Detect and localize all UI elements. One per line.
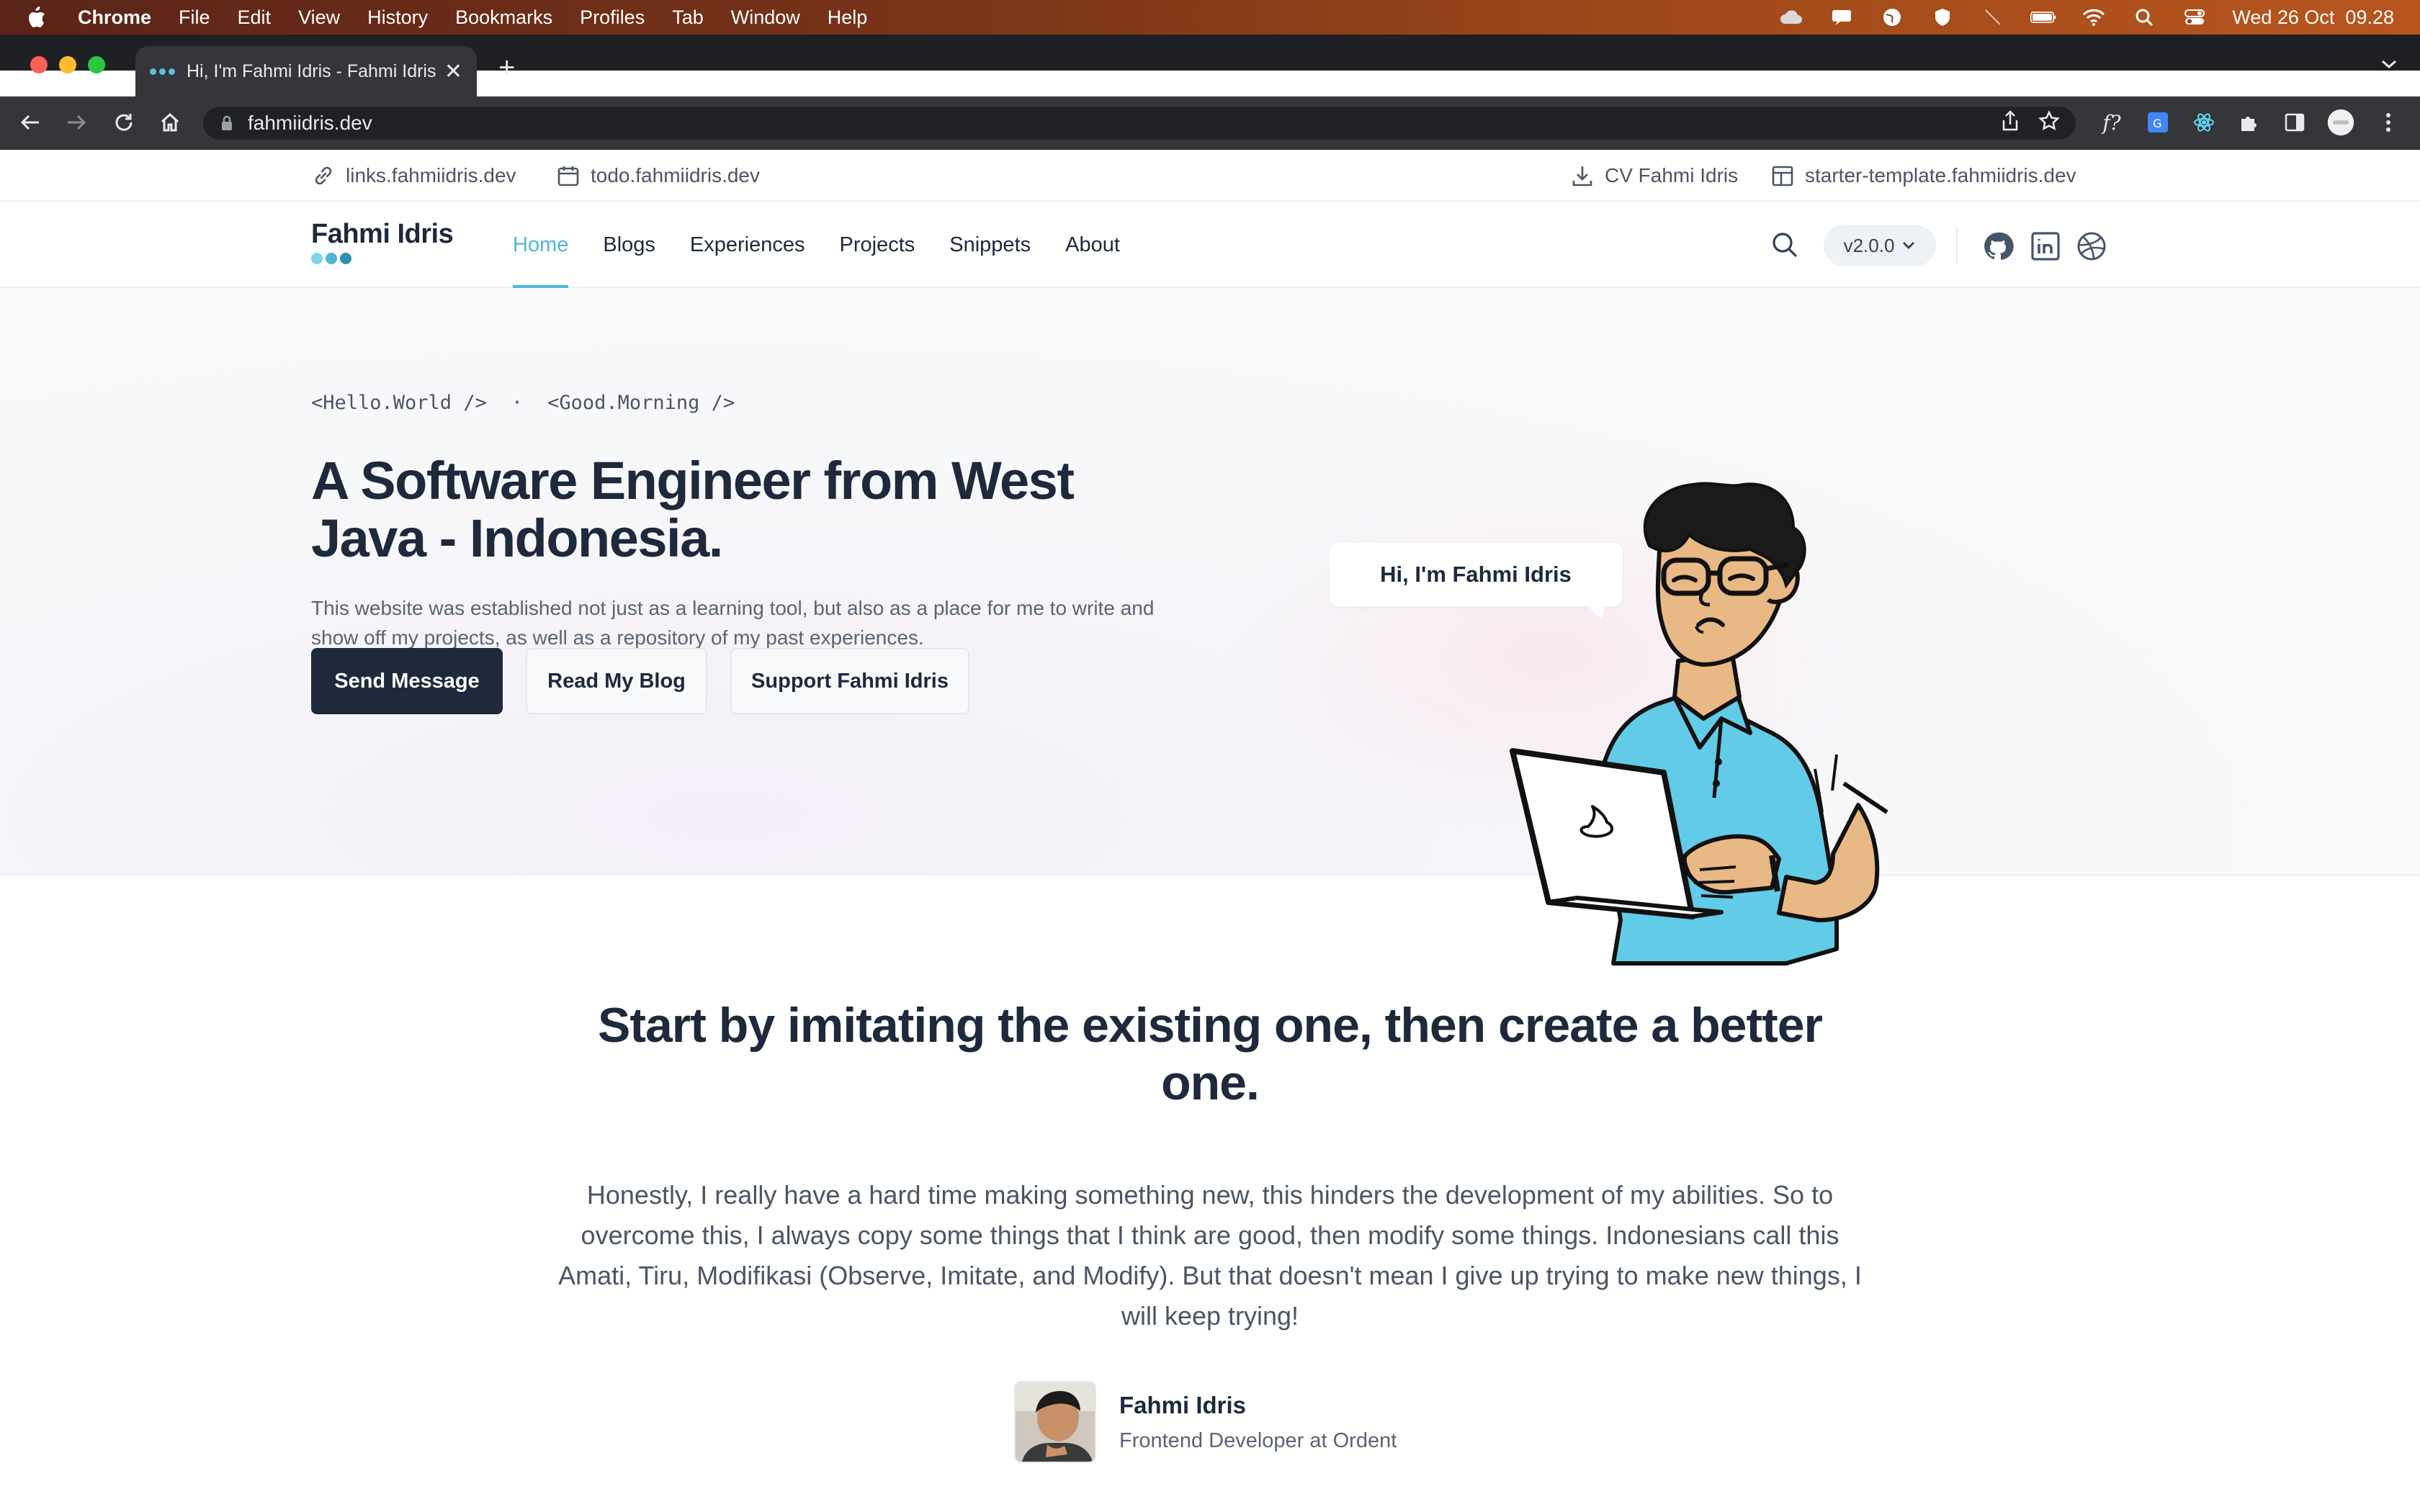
cv-download-link[interactable]: CV Fahmi Idris <box>1570 150 1738 202</box>
translate-icon[interactable]: G <box>2143 108 2172 137</box>
chrome-menu-kebab-icon[interactable] <box>2374 108 2403 137</box>
nav-about[interactable]: About <box>1065 202 1120 288</box>
wifi-icon[interactable] <box>2081 6 2107 28</box>
send-message-button[interactable]: Send Message <box>311 648 503 714</box>
nav-home[interactable]: Home <box>513 202 569 288</box>
nav-blogs[interactable]: Blogs <box>603 202 655 288</box>
window-zoom-button[interactable] <box>88 56 105 73</box>
menubar-clock[interactable]: Wed 26 Oct 09.28 <box>2232 6 2394 29</box>
window-minimize-button[interactable] <box>59 56 76 73</box>
nav-projects[interactable]: Projects <box>840 202 915 288</box>
cv-download-label: CV Fahmi Idris <box>1605 164 1739 186</box>
browser-tab-active[interactable]: Hi, I'm Fahmi Idris - Fahmi Idris ✕ <box>135 46 477 96</box>
menu-help[interactable]: Help <box>828 6 868 29</box>
quote-author: Fahmi Idris Frontend Developer at Ordent <box>1014 1381 1397 1463</box>
menu-edit[interactable]: Edit <box>238 6 272 29</box>
menu-app-chrome[interactable]: Chrome <box>78 6 151 29</box>
menu-file[interactable]: File <box>179 6 210 29</box>
profile-avatar-icon[interactable] <box>2326 108 2355 137</box>
menu-bookmarks[interactable]: Bookmarks <box>455 6 552 29</box>
back-arrow-icon[interactable] <box>16 108 45 137</box>
bookmark-star-icon[interactable] <box>2038 109 2060 137</box>
hero-code-greeting: <Hello.World /> · <Good.Morning /> <box>311 392 735 414</box>
hero-section: <Hello.World /> · <Good.Morning /> A Sof… <box>0 288 2420 876</box>
chevron-down-icon <box>1903 242 1915 249</box>
logo-dots <box>311 253 453 264</box>
calendar-icon <box>557 166 579 186</box>
template-layout-icon <box>1772 166 1793 186</box>
new-tab-button[interactable]: + <box>498 53 515 82</box>
todo-link-label: todo.fahmiidris.dev <box>591 164 761 186</box>
mute-icon[interactable] <box>1980 6 2006 28</box>
macos-menubar: Chrome File Edit View History Bookmarks … <box>0 0 2420 35</box>
quote-title: Start by imitating the existing one, the… <box>597 998 1823 1110</box>
hero-title: A Software Engineer from West Java - Ind… <box>311 451 1075 568</box>
tab-search-chevron-icon[interactable] <box>2380 58 2398 74</box>
menu-history[interactable]: History <box>367 6 428 29</box>
links-link[interactable]: links.fahmiidris.dev <box>311 150 516 202</box>
apple-icon[interactable] <box>26 5 48 30</box>
menu-view[interactable]: View <box>298 6 340 29</box>
author-name: Fahmi Idris <box>1119 1391 1247 1418</box>
webpage: links.fahmiidris.dev todo.fahmiidris.dev… <box>0 150 2420 1512</box>
top-links-strip: links.fahmiidris.dev todo.fahmiidris.dev… <box>0 150 2420 202</box>
logo-text: Fahmi Idris <box>311 219 454 249</box>
home-icon[interactable] <box>156 108 184 137</box>
author-info: Fahmi Idris Frontend Developer at Ordent <box>1119 1392 1397 1453</box>
font-ninja-icon[interactable]: f? <box>2097 108 2126 137</box>
spotlight-search-icon[interactable] <box>2131 6 2157 28</box>
tab-title: Hi, I'm Fahmi Idris - Fahmi Idris <box>187 60 436 81</box>
hero-description: This website was established not just as… <box>311 597 1155 649</box>
author-role: Frontend Developer at Ordent <box>1119 1428 1397 1452</box>
quote-body: Honestly, I really have a hard time maki… <box>558 1180 1862 1331</box>
share-icon[interactable] <box>2001 109 2020 137</box>
greeting-morning: <Good.Morning /> <box>547 392 735 414</box>
nav-divider <box>1956 228 1958 264</box>
reload-icon[interactable] <box>109 108 138 137</box>
links-link-label: links.fahmiidris.dev <box>346 164 516 186</box>
battery-icon[interactable] <box>2030 6 2056 28</box>
window-close-button[interactable] <box>30 56 48 73</box>
version-label: v2.0.0 <box>1843 234 1895 256</box>
main-nav: Home Blogs Experiences Projects Snippets… <box>513 202 1120 288</box>
lock-icon[interactable] <box>220 115 233 131</box>
vpn-globe-icon[interactable] <box>1879 6 1905 28</box>
cloud-status-icon[interactable] <box>1778 6 1804 28</box>
starter-template-label: starter-template.fahmiidris.dev <box>1805 164 2076 186</box>
todo-link[interactable]: todo.fahmiidris.dev <box>556 150 760 202</box>
version-dropdown[interactable]: v2.0.0 <box>1824 225 1936 266</box>
avatar <box>1014 1381 1096 1463</box>
tab-close-icon[interactable]: ✕ <box>444 59 462 84</box>
extensions-puzzle-icon[interactable] <box>2234 108 2263 137</box>
forward-arrow-icon[interactable] <box>62 108 91 137</box>
nav-snippets[interactable]: Snippets <box>949 202 1031 288</box>
read-blog-button[interactable]: Read My Blog <box>526 648 707 714</box>
menu-tab[interactable]: Tab <box>672 6 704 29</box>
site-favicon-icon <box>150 68 175 75</box>
site-navbar: Fahmi Idris Home Blogs Experiences Proje… <box>0 202 2420 288</box>
linkedin-icon[interactable] <box>2030 230 2061 262</box>
download-icon <box>1572 166 1592 186</box>
nav-experiences[interactable]: Experiences <box>690 202 805 288</box>
react-devtools-icon[interactable] <box>2190 108 2218 137</box>
svg-text:G: G <box>2153 117 2161 130</box>
github-icon[interactable] <box>1982 230 2014 262</box>
greeting-separator: · <box>511 392 524 414</box>
url-text[interactable]: fahmiidris.dev <box>248 112 372 135</box>
developer-illustration <box>1510 482 1888 966</box>
notification-icon[interactable] <box>1829 6 1855 28</box>
greeting-hello: <Hello.World /> <box>311 392 487 414</box>
menu-profiles[interactable]: Profiles <box>580 6 645 29</box>
control-center-icon[interactable] <box>2182 6 2208 28</box>
site-logo[interactable]: Fahmi Idris <box>311 219 454 264</box>
dribbble-icon[interactable] <box>2076 230 2107 262</box>
side-panel-icon[interactable] <box>2280 108 2309 137</box>
shield-icon[interactable] <box>1930 6 1955 28</box>
support-button[interactable]: Support Fahmi Idris <box>730 648 969 714</box>
menu-window[interactable]: Window <box>731 6 800 29</box>
address-bar[interactable]: fahmiidris.dev <box>203 107 2076 140</box>
starter-template-link[interactable]: starter-template.fahmiidris.dev <box>1770 150 2076 202</box>
search-icon[interactable] <box>1769 229 1801 261</box>
link-icon <box>315 166 332 185</box>
